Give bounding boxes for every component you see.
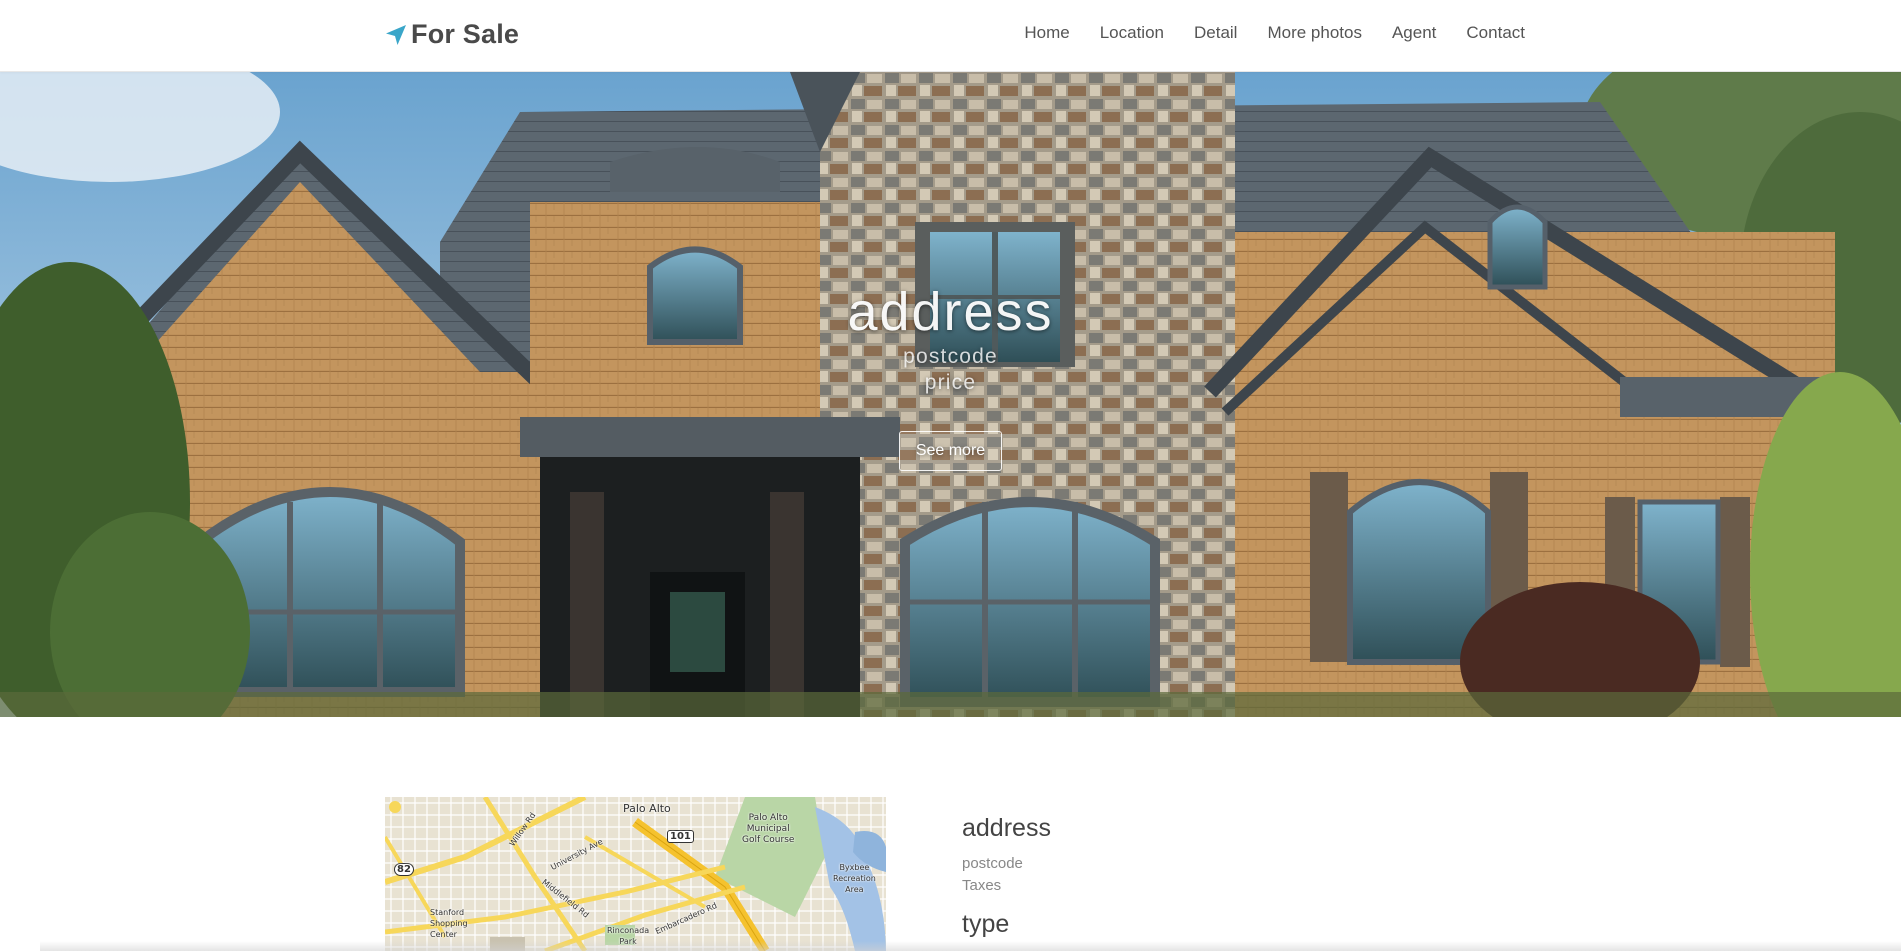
location-arrow-icon xyxy=(386,24,406,45)
hero-text: address postcode price See more xyxy=(0,280,1901,471)
nav-item-detail[interactable]: Detail xyxy=(1194,23,1237,43)
details-postcode: postcode xyxy=(962,855,1023,872)
nav-item-agent[interactable]: Agent xyxy=(1392,23,1436,43)
nav-item-contact[interactable]: Contact xyxy=(1466,23,1525,43)
map-label-byxbee: Byxbee Recreation Area xyxy=(833,863,876,894)
property-details: address postcode Taxes type xyxy=(962,814,1051,939)
map-label-palo-alto: Palo Alto xyxy=(623,802,671,815)
bottom-shadow xyxy=(40,941,1901,951)
details-type: type xyxy=(962,910,1010,938)
nav-item-location[interactable]: Location xyxy=(1100,23,1164,43)
hero-title: address xyxy=(847,282,1054,342)
brand-link[interactable]: For Sale xyxy=(384,19,519,50)
hero-section: address postcode price See more xyxy=(0,72,1901,717)
nav-item-more-photos[interactable]: More photos xyxy=(1267,23,1362,43)
details-taxes: Taxes xyxy=(962,877,1002,894)
map-label-stanford: Stanford Shopping Center xyxy=(430,908,468,939)
top-navbar: For Sale Home Location Detail More photo… xyxy=(0,0,1901,72)
map-label-hwy-101: 101 xyxy=(667,830,694,843)
brand-label: For Sale xyxy=(411,19,520,49)
see-more-button[interactable]: See more xyxy=(898,431,1003,471)
nav-menu: Home Location Detail More photos Agent C… xyxy=(994,23,1525,43)
hero-postcode: postcode xyxy=(903,345,998,368)
nav-item-home[interactable]: Home xyxy=(1024,23,1069,43)
map-label-hwy-82: 82 xyxy=(394,863,414,876)
map-label-rinconada: Rinconada Park xyxy=(607,926,650,946)
map-label-golf-course: Palo Alto Municipal Golf Course xyxy=(742,813,795,845)
details-address: address xyxy=(962,814,1051,842)
hero-price: price xyxy=(924,371,977,394)
location-map[interactable]: Palo Alto 101 82 Palo Alto Municipal Gol… xyxy=(385,797,886,951)
